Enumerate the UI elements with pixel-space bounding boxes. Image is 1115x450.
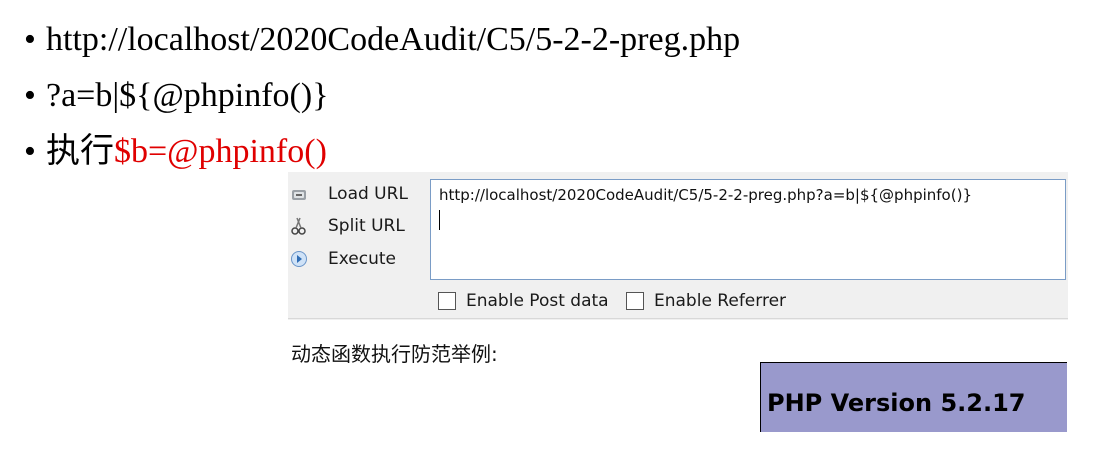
page-caption: 动态函数执行防范举例: <box>291 342 498 366</box>
execute-label: Execute <box>328 249 396 269</box>
enable-post-checkbox[interactable]: Enable Post data <box>438 291 609 311</box>
bullet-dot: • <box>24 133 36 170</box>
php-version-text: PHP Version 5.2.17 <box>767 389 1026 417</box>
checkbox-box[interactable] <box>438 292 456 310</box>
php-version-banner: PHP Version 5.2.17 <box>760 362 1067 432</box>
bullet-dot: • <box>24 21 36 58</box>
bullet-url-text: http://localhost/2020CodeAudit/C5/5-2-2-… <box>46 21 741 58</box>
bullet-dot: • <box>24 77 36 114</box>
split-url-button[interactable]: Split URL <box>288 212 428 240</box>
hackbar-panel: Load URL Split URL Execute http://localh… <box>288 172 1068 320</box>
url-textarea[interactable]: http://localhost/2020CodeAudit/C5/5-2-2-… <box>430 179 1066 280</box>
load-url-button[interactable]: Load URL <box>288 180 428 208</box>
bullet-exec-prefix: 执行 <box>46 133 114 170</box>
enable-referrer-checkbox[interactable]: Enable Referrer <box>626 291 786 311</box>
bullet-query-text: ?a=b|${@phpinfo()} <box>46 77 329 114</box>
bullet-url: • http://localhost/2020CodeAudit/C5/5-2-2… <box>24 20 740 60</box>
url-value: http://localhost/2020CodeAudit/C5/5-2-2-… <box>439 186 972 204</box>
enable-post-label: Enable Post data <box>466 291 609 311</box>
load-url-icon <box>292 190 306 200</box>
divider <box>288 318 1068 319</box>
execute-button[interactable]: Execute <box>288 245 428 273</box>
bullet-query: • ?a=b|${@phpinfo()} <box>24 76 329 116</box>
bullet-exec: • 执行$b=@phpinfo() <box>24 132 327 172</box>
enable-referrer-label: Enable Referrer <box>654 291 787 311</box>
checkbox-box[interactable] <box>626 292 644 310</box>
split-url-label: Split URL <box>328 216 405 236</box>
text-caret <box>439 210 440 230</box>
execute-arrow-icon <box>291 251 307 267</box>
scissors-icon <box>291 217 306 235</box>
bullet-exec-highlight: $b=@phpinfo() <box>114 133 327 170</box>
load-url-label: Load URL <box>328 184 408 204</box>
